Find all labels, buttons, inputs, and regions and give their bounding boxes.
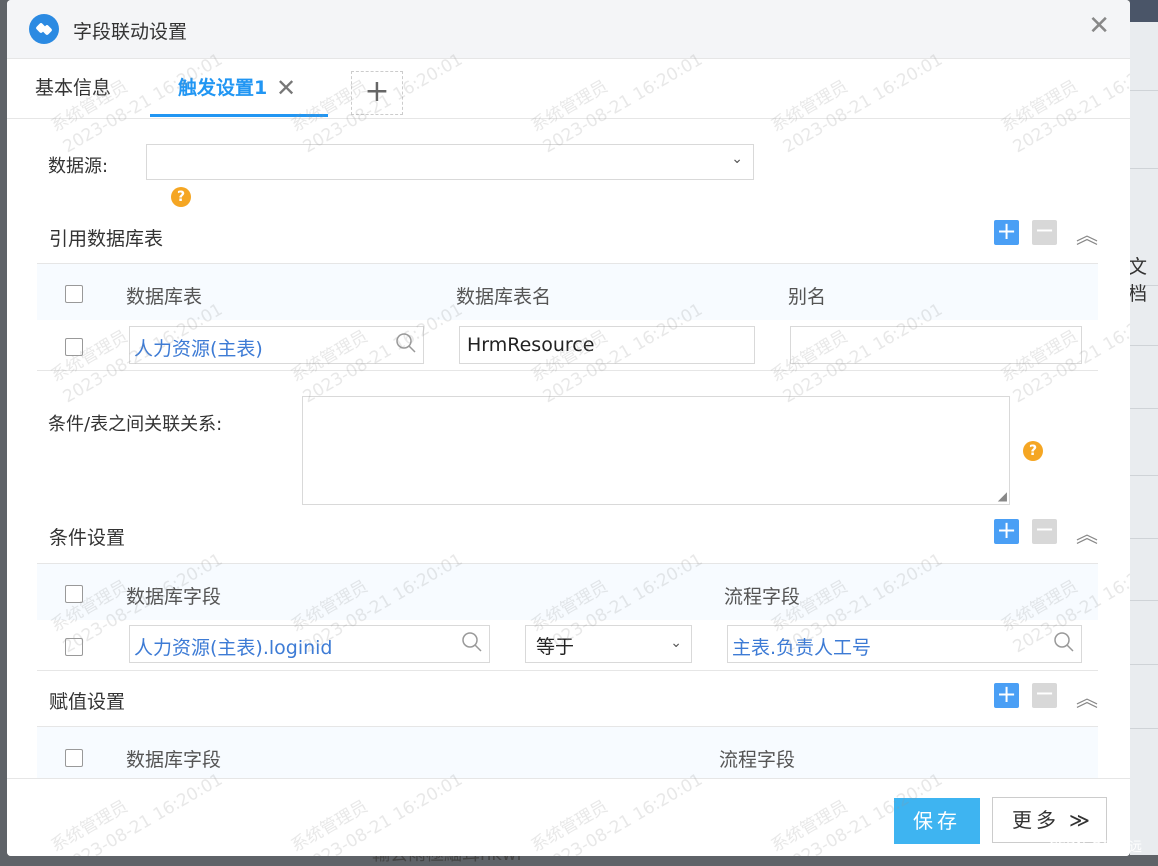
select-all-checkbox[interactable] bbox=[65, 285, 83, 303]
background-divider bbox=[1130, 168, 1158, 169]
search-icon[interactable] bbox=[461, 630, 483, 658]
db-table-value: 人力资源(主表) bbox=[134, 338, 263, 360]
select-all-checkbox[interactable] bbox=[65, 585, 83, 603]
delete-row-button[interactable]: − bbox=[1032, 218, 1057, 245]
operator-value: 等于 bbox=[536, 636, 575, 658]
background-page-right: 文档 bbox=[1128, 0, 1158, 865]
chevron-down-icon: ⌄ bbox=[670, 635, 682, 651]
help-icon[interactable]: ? bbox=[171, 187, 191, 207]
db-table-name-input[interactable]: HrmResource bbox=[459, 326, 755, 364]
ref-tables-title: 引用数据库表 bbox=[49, 228, 164, 250]
background-divider bbox=[1130, 475, 1158, 476]
delete-row-button[interactable]: − bbox=[1032, 517, 1057, 544]
tab-trigger-label: 触发设置1 bbox=[178, 77, 268, 99]
chevron-down-icon: ⌄ bbox=[731, 151, 743, 167]
db-table-name-value: HrmResource bbox=[467, 334, 595, 356]
collapse-icon[interactable]: ︽ bbox=[1076, 218, 1098, 250]
save-button[interactable]: 保存 bbox=[894, 798, 980, 844]
row-checkbox[interactable] bbox=[65, 638, 83, 656]
background-divider bbox=[1130, 664, 1158, 665]
select-all-checkbox[interactable] bbox=[65, 749, 83, 767]
table-row: 人力资源(主表) HrmResource bbox=[37, 320, 1098, 371]
column-header-db-table: 数据库表 bbox=[126, 286, 203, 308]
flow-field-value: 主表.负责人工号 bbox=[732, 637, 872, 659]
background-divider bbox=[1130, 538, 1158, 539]
column-header-db-field: 数据库字段 bbox=[126, 749, 222, 771]
collapse-icon[interactable]: ︽ bbox=[1076, 517, 1098, 549]
background-divider bbox=[1130, 728, 1158, 729]
flow-field-browser[interactable]: 主表.负责人工号 bbox=[727, 625, 1082, 663]
conditions-title: 条件设置 bbox=[49, 527, 126, 549]
column-header-flow-field: 流程字段 bbox=[724, 586, 801, 608]
row-checkbox[interactable] bbox=[65, 338, 83, 356]
relation-label: 条件/表之间关联关系: bbox=[48, 414, 223, 435]
tab-bar: 基本信息 触发设置1 ✕ + bbox=[7, 59, 1130, 119]
background-divider bbox=[1130, 345, 1158, 346]
add-tab-button[interactable]: + bbox=[351, 71, 403, 115]
dialog-title: 字段联动设置 bbox=[73, 21, 188, 43]
column-header-db-table-name: 数据库表名 bbox=[456, 286, 552, 308]
resize-handle-icon[interactable]: ◢ bbox=[998, 489, 1007, 503]
relation-textarea[interactable]: ◢ bbox=[302, 396, 1010, 505]
tab-trigger-settings-1[interactable]: 触发设置1 ✕ bbox=[150, 59, 328, 117]
assign-toolbar: + − ︽ bbox=[994, 681, 1104, 713]
ref-tables-header: 数据库表 数据库表名 别名 bbox=[37, 263, 1098, 321]
db-table-browser[interactable]: 人力资源(主表) bbox=[129, 326, 424, 364]
conditions-header: 数据库字段 流程字段 bbox=[37, 563, 1098, 621]
dialog-titlebar: 字段联动设置 ✕ bbox=[7, 0, 1130, 59]
column-header-flow-field: 流程字段 bbox=[719, 749, 796, 771]
conditions-toolbar: + − ︽ bbox=[994, 517, 1104, 549]
ref-tables-toolbar: + − ︽ bbox=[994, 218, 1104, 250]
background-topbar bbox=[1130, 0, 1158, 22]
app-logo-icon bbox=[29, 14, 59, 44]
background-divider bbox=[1130, 600, 1158, 601]
background-divider bbox=[1130, 408, 1158, 409]
background-divider bbox=[1130, 90, 1158, 91]
search-icon[interactable] bbox=[1053, 630, 1075, 658]
column-header-alias: 别名 bbox=[788, 286, 827, 308]
column-header-db-field: 数据库字段 bbox=[126, 586, 222, 608]
search-icon[interactable] bbox=[395, 331, 417, 359]
add-row-button[interactable]: + bbox=[994, 518, 1019, 544]
add-row-button[interactable]: + bbox=[994, 219, 1019, 245]
operator-select[interactable]: 等于 ⌄ bbox=[525, 625, 692, 663]
close-icon[interactable]: ✕ bbox=[1088, 13, 1110, 39]
db-field-value: 人力资源(主表).loginid bbox=[134, 637, 333, 659]
credit-text: CSDN @梁子远 bbox=[1048, 840, 1142, 855]
datasource-label: 数据源: bbox=[48, 156, 109, 177]
tab-basic-info[interactable]: 基本信息 bbox=[35, 59, 111, 117]
dialog-footer: 保存 更多 ≫ bbox=[7, 778, 1130, 856]
background-side-text: 文档 bbox=[1128, 256, 1148, 305]
assign-header: 数据库字段 流程字段 bbox=[37, 726, 1098, 780]
db-field-browser[interactable]: 人力资源(主表).loginid bbox=[129, 625, 490, 663]
add-row-button[interactable]: + bbox=[994, 682, 1019, 708]
datasource-select[interactable]: ⌄ bbox=[146, 144, 754, 180]
collapse-icon[interactable]: ︽ bbox=[1076, 681, 1098, 713]
tab-close-icon[interactable]: ✕ bbox=[276, 59, 296, 117]
background-page-bottom bbox=[0, 855, 1158, 865]
assign-title: 赋值设置 bbox=[49, 691, 126, 713]
help-icon[interactable]: ? bbox=[1023, 441, 1043, 461]
delete-row-button[interactable]: − bbox=[1032, 681, 1057, 708]
alias-input[interactable] bbox=[790, 326, 1082, 364]
field-linkage-dialog: 字段联动设置 ✕ 基本信息 触发设置1 ✕ + 数据源: ⌄ ? 引用数据库表 … bbox=[7, 0, 1130, 856]
table-row: 人力资源(主表).loginid 等于 ⌄ 主表.负责人工号 bbox=[37, 620, 1098, 671]
